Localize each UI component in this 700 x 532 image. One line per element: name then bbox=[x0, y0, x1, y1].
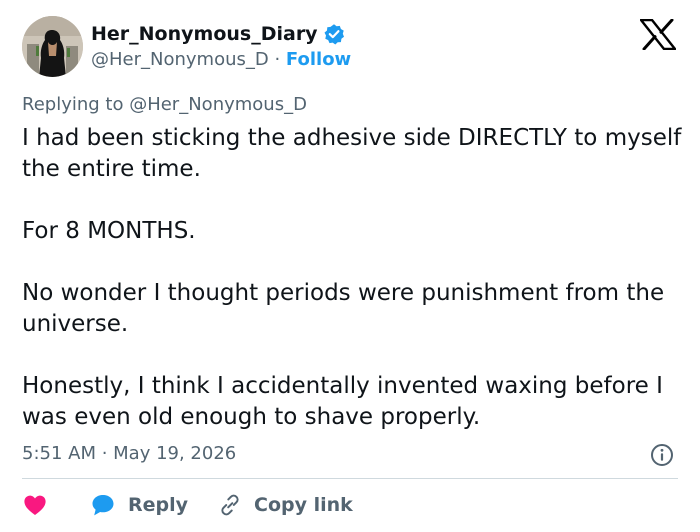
author-handle[interactable]: @Her_Nonymous_D bbox=[91, 49, 269, 70]
author-handle-row: @Her_Nonymous_D · Follow bbox=[91, 48, 351, 72]
tweet-actions: Reply Copy link bbox=[22, 490, 353, 520]
info-icon[interactable] bbox=[650, 443, 674, 467]
heart-icon[interactable] bbox=[22, 492, 48, 518]
x-logo-icon[interactable] bbox=[639, 18, 677, 51]
tweet-paragraph: I had been sticking the adhesive side DI… bbox=[22, 125, 682, 182]
copy-link-button[interactable]: Copy link bbox=[218, 493, 353, 517]
link-icon bbox=[218, 493, 242, 517]
avatar[interactable] bbox=[22, 16, 83, 77]
divider bbox=[22, 478, 678, 479]
tweet-paragraph: No wonder I thought periods were punishm… bbox=[22, 280, 665, 337]
reply-bubble-icon bbox=[90, 492, 116, 518]
author-name-row: Her_Nonymous_Diary bbox=[91, 22, 345, 46]
verified-badge-icon bbox=[323, 23, 345, 45]
tweet-card: Her_Nonymous_Diary @Her_Nonymous_D · Fol… bbox=[0, 0, 700, 532]
follow-button[interactable]: Follow bbox=[286, 49, 351, 70]
avatar-image bbox=[22, 16, 83, 77]
tweet-paragraph: Honestly, I think I accidentally invente… bbox=[22, 373, 663, 430]
tweet-text: I had been sticking the adhesive side DI… bbox=[22, 123, 682, 433]
author-display-name[interactable]: Her_Nonymous_Diary bbox=[91, 23, 318, 45]
handle-separator: · bbox=[268, 49, 286, 70]
reply-button[interactable]: Reply bbox=[90, 492, 188, 518]
replying-to-text: Replying to @Her_Nonymous_D bbox=[22, 94, 307, 115]
tweet-paragraph: For 8 MONTHS. bbox=[22, 218, 196, 244]
reply-label: Reply bbox=[128, 494, 189, 516]
tweet-timestamp[interactable]: 5:51 AM · May 19, 2026 bbox=[22, 442, 236, 466]
copy-link-label: Copy link bbox=[254, 494, 353, 516]
